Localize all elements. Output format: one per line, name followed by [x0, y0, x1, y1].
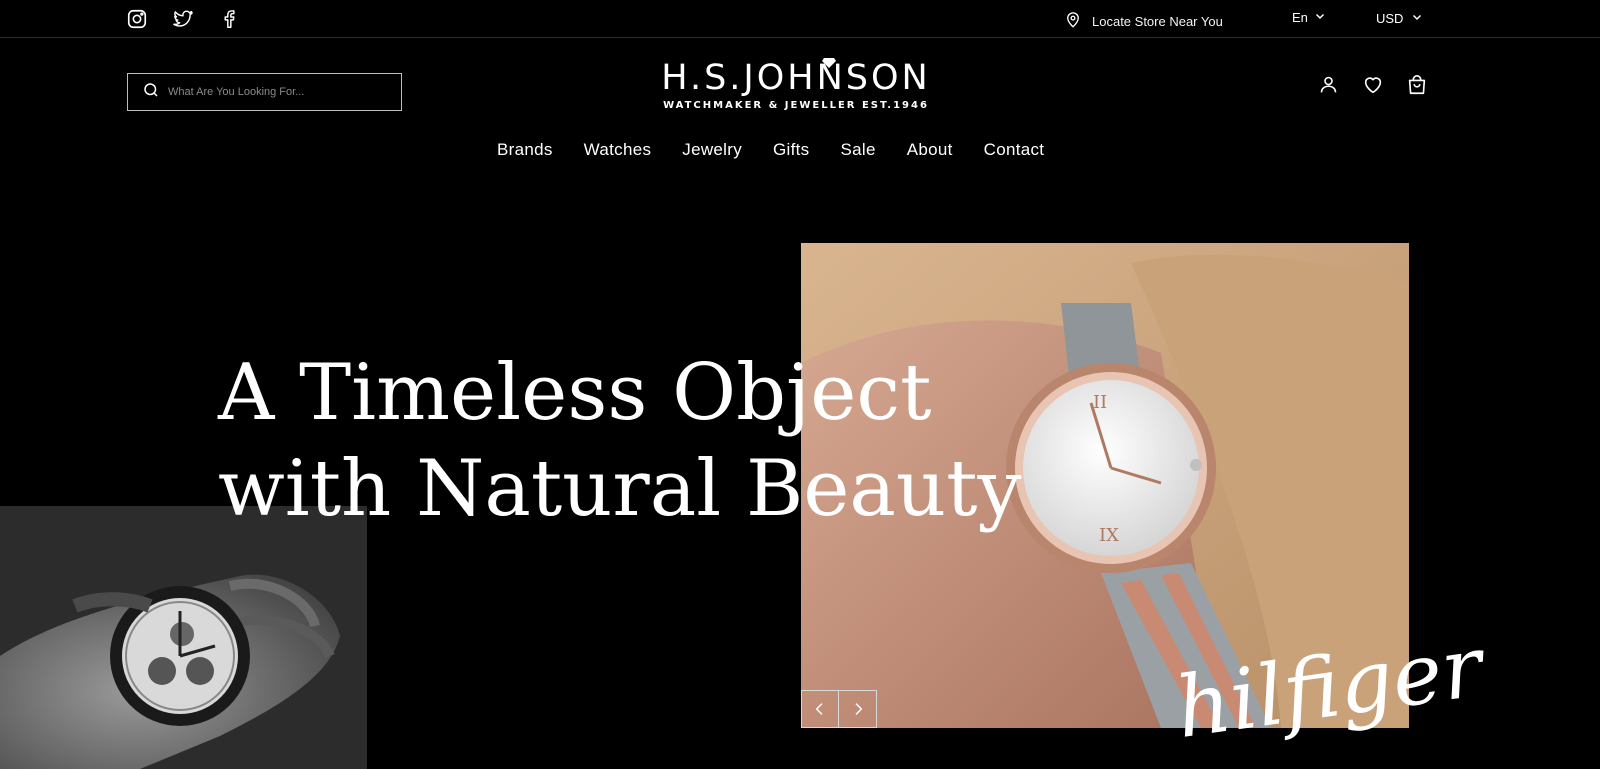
next-slide-button[interactable] [839, 690, 877, 728]
chevron-down-icon [1411, 11, 1423, 26]
nav-jewelry[interactable]: Jewelry [682, 140, 742, 160]
search-input[interactable] [168, 86, 388, 98]
locate-store-label: Locate Store Near You [1092, 14, 1223, 29]
top-bar: Locate Store Near You En USD [0, 0, 1600, 38]
heart-icon[interactable] [1362, 74, 1384, 96]
social-links [126, 8, 242, 32]
facebook-icon[interactable] [218, 8, 242, 32]
search-icon[interactable] [142, 81, 160, 104]
location-pin-icon [1064, 11, 1082, 32]
svg-text:IX: IX [1099, 525, 1119, 546]
slider-controls [801, 690, 877, 728]
nav-watches[interactable]: Watches [584, 140, 652, 160]
nav-brands[interactable]: Brands [497, 140, 553, 160]
locate-store-link[interactable]: Locate Store Near You [1064, 11, 1223, 32]
instagram-icon[interactable] [126, 8, 150, 32]
svg-text:II: II [1093, 392, 1107, 413]
chevron-down-icon [1314, 10, 1326, 25]
search-box[interactable] [127, 73, 402, 111]
hero-headline: A Timeless Object with Natural Beauty [218, 345, 1022, 537]
currency-selector[interactable]: USD [1376, 11, 1423, 26]
prev-slide-button[interactable] [801, 690, 839, 728]
nav-contact[interactable]: Contact [984, 140, 1045, 160]
nav-sale[interactable]: Sale [840, 140, 875, 160]
brand-logo[interactable]: H.S.JOHNSON WATCHMAKER & JEWELLER EST.19… [636, 58, 956, 111]
logo-tagline: WATCHMAKER & JEWELLER EST.1946 [663, 100, 929, 111]
main-nav: Brands Watches Jewelry Gifts Sale About … [497, 140, 1075, 160]
currency-value: USD [1376, 11, 1404, 26]
user-icon[interactable] [1318, 74, 1340, 96]
logo-wordmark: H.S.JOHNSON [661, 58, 931, 98]
bag-icon[interactable] [1406, 74, 1428, 96]
hero-headline-line1: A Timeless Object [218, 348, 932, 438]
diamond-icon [822, 58, 836, 68]
language-selector[interactable]: En [1292, 10, 1326, 25]
header-actions [1318, 74, 1428, 96]
nav-gifts[interactable]: Gifts [773, 140, 809, 160]
hero-secondary-image [0, 506, 367, 769]
language-value: En [1292, 10, 1308, 25]
twitter-icon[interactable] [172, 8, 196, 32]
nav-about[interactable]: About [907, 140, 953, 160]
hero-headline-line2: with Natural Beauty [218, 444, 1022, 534]
